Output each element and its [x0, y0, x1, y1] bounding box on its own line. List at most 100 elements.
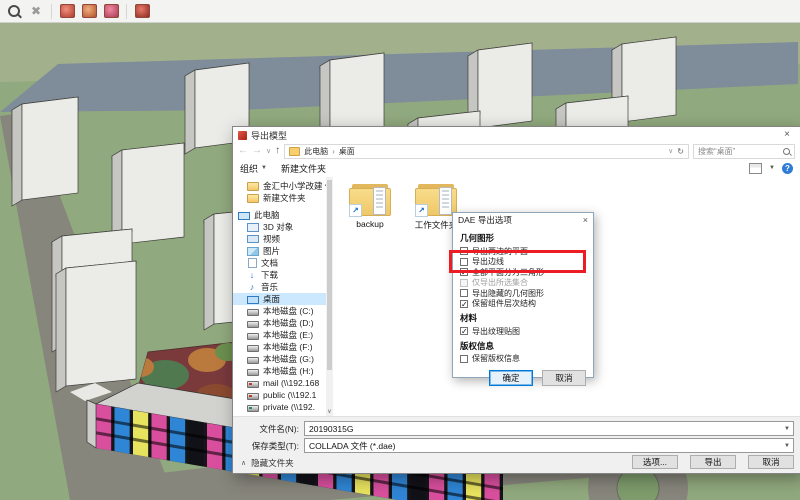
sidebar-item-8[interactable]: ♪ 音乐: [233, 281, 333, 293]
sidebar-item-1[interactable]: 新建文件夹: [233, 192, 333, 204]
sidebar-item-label: 下载: [261, 269, 278, 281]
music-icon: ♪: [247, 283, 257, 292]
video-icon: [247, 235, 259, 243]
sidebar-item-label: 桌面: [263, 293, 280, 305]
unchecked-checkbox-icon[interactable]: [460, 279, 468, 287]
material-tool-d-icon[interactable]: [132, 2, 152, 20]
dae-option-0-5[interactable]: ✓保留组件层次结构: [460, 299, 586, 310]
dae-dialog-titlebar[interactable]: DAE 导出选项 ×: [453, 213, 593, 227]
sidebar-item-12[interactable]: 本地磁盘 (E:): [233, 329, 333, 341]
checked-checkbox-icon[interactable]: ✓: [460, 327, 468, 335]
help-icon[interactable]: ?: [782, 163, 793, 174]
dae-option-label: 导出纹理贴图: [472, 326, 520, 337]
breadcrumb-desktop[interactable]: 桌面: [339, 146, 355, 157]
address-bar[interactable]: 此电脑 › 桌面 ∨ ↻: [284, 144, 689, 159]
filetype-select[interactable]: COLLADA 文件 (*.dae) ▼: [304, 438, 794, 453]
shortcut-arrow-icon: ↗: [349, 204, 362, 217]
sidebar-item-label: 此电脑: [254, 209, 280, 221]
sidebar-item-2[interactable]: 此电脑: [233, 209, 333, 221]
dae-option-0-0[interactable]: 导出两边的平面: [460, 246, 586, 257]
history-chevron-icon[interactable]: ∨: [266, 147, 271, 155]
drive-icon: [247, 333, 259, 340]
new-folder-button[interactable]: 新建文件夹: [281, 162, 326, 175]
view-mode-icon[interactable]: [749, 163, 762, 174]
close-icon[interactable]: ×: [779, 128, 795, 142]
zoom-tool-icon[interactable]: [4, 2, 24, 20]
sidebar-list: 金汇中小学改建 ^新建文件夹此电脑3D 对象视频图片文档↓下载♪音乐桌面本地磁盘…: [233, 180, 333, 417]
sidebar-item-13[interactable]: 本地磁盘 (F:): [233, 341, 333, 353]
file-tile-backup[interactable]: ↗ backup: [341, 184, 399, 229]
sidebar-item-15[interactable]: 本地磁盘 (H:): [233, 365, 333, 377]
filename-input[interactable]: 20190315G ▼: [304, 421, 794, 436]
hide-folders-button[interactable]: ∧ 隐藏文件夹: [241, 457, 294, 469]
up-icon[interactable]: ↑: [275, 146, 280, 156]
unchecked-checkbox-icon[interactable]: [460, 355, 468, 363]
dae-option-2-0[interactable]: 保留版权信息: [460, 354, 586, 365]
forward-icon[interactable]: →: [252, 146, 262, 156]
sidebar-item-label: 本地磁盘 (C:): [263, 305, 314, 317]
unchecked-checkbox-icon[interactable]: [460, 247, 468, 255]
dae-option-1-0[interactable]: ✓ 导出纹理贴图: [460, 326, 586, 337]
dae-option-0-4[interactable]: 导出隐藏的几何图形: [460, 288, 586, 299]
scrollbar-thumb[interactable]: [327, 180, 332, 370]
organize-menu[interactable]: 组织 ▼: [240, 162, 267, 175]
sidebar-item-18[interactable]: private (\\192.: [233, 401, 333, 413]
view-chevron-icon[interactable]: ▼: [769, 165, 775, 171]
search-placeholder: 搜索“桌面”: [698, 146, 735, 157]
material-tool-b-icon[interactable]: [79, 2, 99, 20]
close-icon[interactable]: ×: [583, 215, 588, 225]
sidebar-item-label: 本地磁盘 (D:): [263, 317, 314, 329]
checked-checkbox-icon[interactable]: ✓: [460, 300, 468, 308]
sidebar-scrollbar[interactable]: ∨: [326, 177, 333, 417]
options-button[interactable]: 选项...: [632, 455, 678, 469]
unchecked-checkbox-icon[interactable]: [460, 258, 468, 266]
sidebar-item-5[interactable]: 图片: [233, 245, 333, 257]
image-icon: [247, 247, 259, 256]
dae-option-0-2[interactable]: ✓全部平面分为三角形: [460, 267, 586, 278]
magnifier-icon: [8, 5, 20, 17]
sidebar-item-label: 音乐: [261, 281, 278, 293]
sidebar-item-16[interactable]: mail (\\192.168: [233, 377, 333, 389]
download-icon: ↓: [247, 271, 257, 280]
combo-chevron-icon[interactable]: ▼: [784, 443, 790, 449]
sidebar-item-label: public (\\192.1: [263, 390, 316, 400]
navigation-bar: ← → ∨ ↑ 此电脑 › 桌面 ∨ ↻ 搜索“桌面”: [233, 143, 800, 159]
dae-section-header: 材料: [460, 312, 586, 324]
dae-option-0-1[interactable]: 导出边线: [460, 257, 586, 268]
material-tool-c-icon[interactable]: [101, 2, 121, 20]
cancel-button[interactable]: 取消: [748, 455, 794, 469]
drive-icon: [247, 309, 259, 316]
combo-chevron-icon[interactable]: ▼: [784, 426, 790, 432]
address-dropdown-icon[interactable]: ∨: [668, 147, 673, 156]
folder-icon: ↗: [415, 184, 457, 216]
back-icon[interactable]: ←: [238, 146, 248, 156]
sidebar-item-7[interactable]: ↓ 下载: [233, 269, 333, 281]
sidebar-item-3[interactable]: 3D 对象: [233, 221, 333, 233]
sidebar-item-14[interactable]: 本地磁盘 (G:): [233, 353, 333, 365]
sidebar-item-0[interactable]: 金汇中小学改建 ^: [233, 180, 333, 192]
unchecked-checkbox-icon[interactable]: [460, 289, 468, 297]
dialog-titlebar[interactable]: 导出模型 ×: [233, 127, 800, 143]
sidebar-item-6[interactable]: 文档: [233, 257, 333, 269]
breadcrumb-this-pc[interactable]: 此电脑: [304, 146, 328, 157]
sidebar-item-label: 本地磁盘 (G:): [263, 353, 314, 365]
sidebar-item-label: 金汇中小学改建 ^: [263, 180, 329, 192]
checked-checkbox-icon[interactable]: ✓: [460, 268, 468, 276]
toolbar-separator: [126, 4, 127, 19]
sidebar-item-4[interactable]: 视频: [233, 233, 333, 245]
scale-tool-icon[interactable]: ✖: [26, 2, 46, 20]
sidebar-item-label: 图片: [263, 245, 280, 257]
ok-button[interactable]: 确定: [489, 370, 533, 386]
dae-option-label: 导出隐藏的几何图形: [472, 288, 544, 299]
export-button[interactable]: 导出: [690, 455, 736, 469]
file-label: backup: [341, 219, 399, 229]
save-controls: 文件名(N): 20190315G ▼ 保存类型(T): COLLADA 文件 …: [233, 416, 800, 473]
search-input[interactable]: 搜索“桌面”: [693, 144, 795, 159]
sidebar-item-9[interactable]: 桌面: [233, 293, 333, 305]
refresh-icon[interactable]: ↻: [677, 147, 684, 156]
dae-cancel-button[interactable]: 取消: [542, 370, 586, 386]
sidebar-item-17[interactable]: public (\\192.1: [233, 389, 333, 401]
sidebar-item-11[interactable]: 本地磁盘 (D:): [233, 317, 333, 329]
sidebar-item-10[interactable]: 本地磁盘 (C:): [233, 305, 333, 317]
material-tool-a-icon[interactable]: [57, 2, 77, 20]
